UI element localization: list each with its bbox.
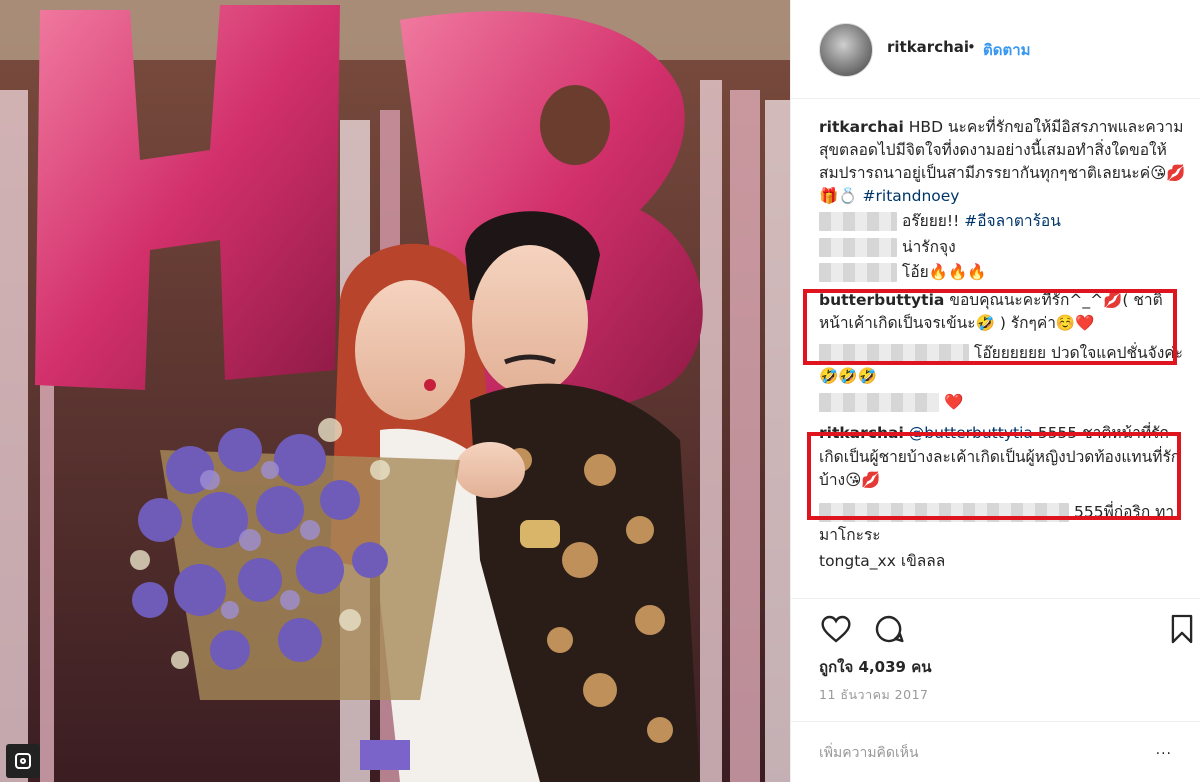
photo-illustration (0, 0, 790, 782)
post-actions: ถูกใจ 4,039 คน 11 ธันวาคม 2017 ... (791, 598, 1200, 783)
comment-icon[interactable] (873, 613, 905, 645)
hashtag-link[interactable]: #อีจลาตาร้อน (964, 212, 1061, 230)
highlight-box (803, 289, 1177, 365)
blurred-username (819, 263, 897, 282)
blurred-username (819, 237, 897, 257)
list-item: โอ้ย🔥🔥🔥 (819, 261, 1187, 285)
comment-emoji: 🤣🤣🤣 (819, 367, 877, 385)
avatar[interactable] (819, 23, 873, 77)
list-item: น่ารักจุง (819, 236, 1187, 260)
comment-text: โอ้ย (902, 263, 929, 281)
post-header: ritkarchai • ติดตาม (791, 0, 1200, 99)
list-item: อร๊ยยย!! #อีจลาตาร้อน (819, 210, 1187, 234)
comment-username[interactable]: ritkarchai (819, 118, 904, 136)
likes-count: 4,039 (858, 658, 906, 676)
post-photo[interactable] (0, 0, 790, 782)
post-sidebar: ritkarchai • ติดตาม ritkarchai HBD นะคะที… (790, 0, 1200, 782)
comment-emoji: 🔥🔥🔥 (928, 263, 987, 281)
comment-username[interactable]: tongta_xx (819, 552, 896, 570)
comment-emoji: ❤️ (944, 392, 964, 411)
blurred-username (819, 392, 939, 412)
list-item: ❤️ (819, 391, 1187, 415)
comment-text: น่ารักจุง (902, 237, 956, 256)
caption: ritkarchai HBD นะคะที่รักขอให้มีอิสรภาพแล… (819, 116, 1187, 208)
list-item: tongta_xx เขิลลล (819, 550, 1187, 574)
more-options-icon[interactable]: ... (1156, 742, 1172, 758)
instagram-post-view: ritkarchai • ติดตาม ritkarchai HBD นะคะที… (0, 0, 1200, 782)
header-username[interactable]: ritkarchai (887, 38, 969, 56)
add-comment-bar: ... (791, 721, 1200, 784)
likes-count-line[interactable]: ถูกใจ 4,039 คน (819, 655, 932, 679)
heart-icon[interactable] (819, 613, 853, 645)
highlight-box (807, 432, 1181, 520)
comment-text: อร๊ยยย!! (902, 212, 960, 230)
bookmark-icon[interactable] (1169, 613, 1195, 645)
add-comment-input[interactable] (817, 740, 1161, 766)
follow-button[interactable]: ติดตาม (983, 38, 1031, 62)
comment-text: เขิลลล (900, 551, 946, 570)
hashtag-link[interactable]: #ritandnoey (863, 187, 960, 205)
likes-label: ถูกใจ (819, 658, 854, 676)
instagram-camera-icon (6, 744, 40, 778)
blurred-username (819, 212, 897, 231)
likes-unit: คน (911, 658, 932, 676)
post-date[interactable]: 11 ธันวาคม 2017 (819, 685, 928, 705)
header-separator: • (967, 38, 976, 56)
